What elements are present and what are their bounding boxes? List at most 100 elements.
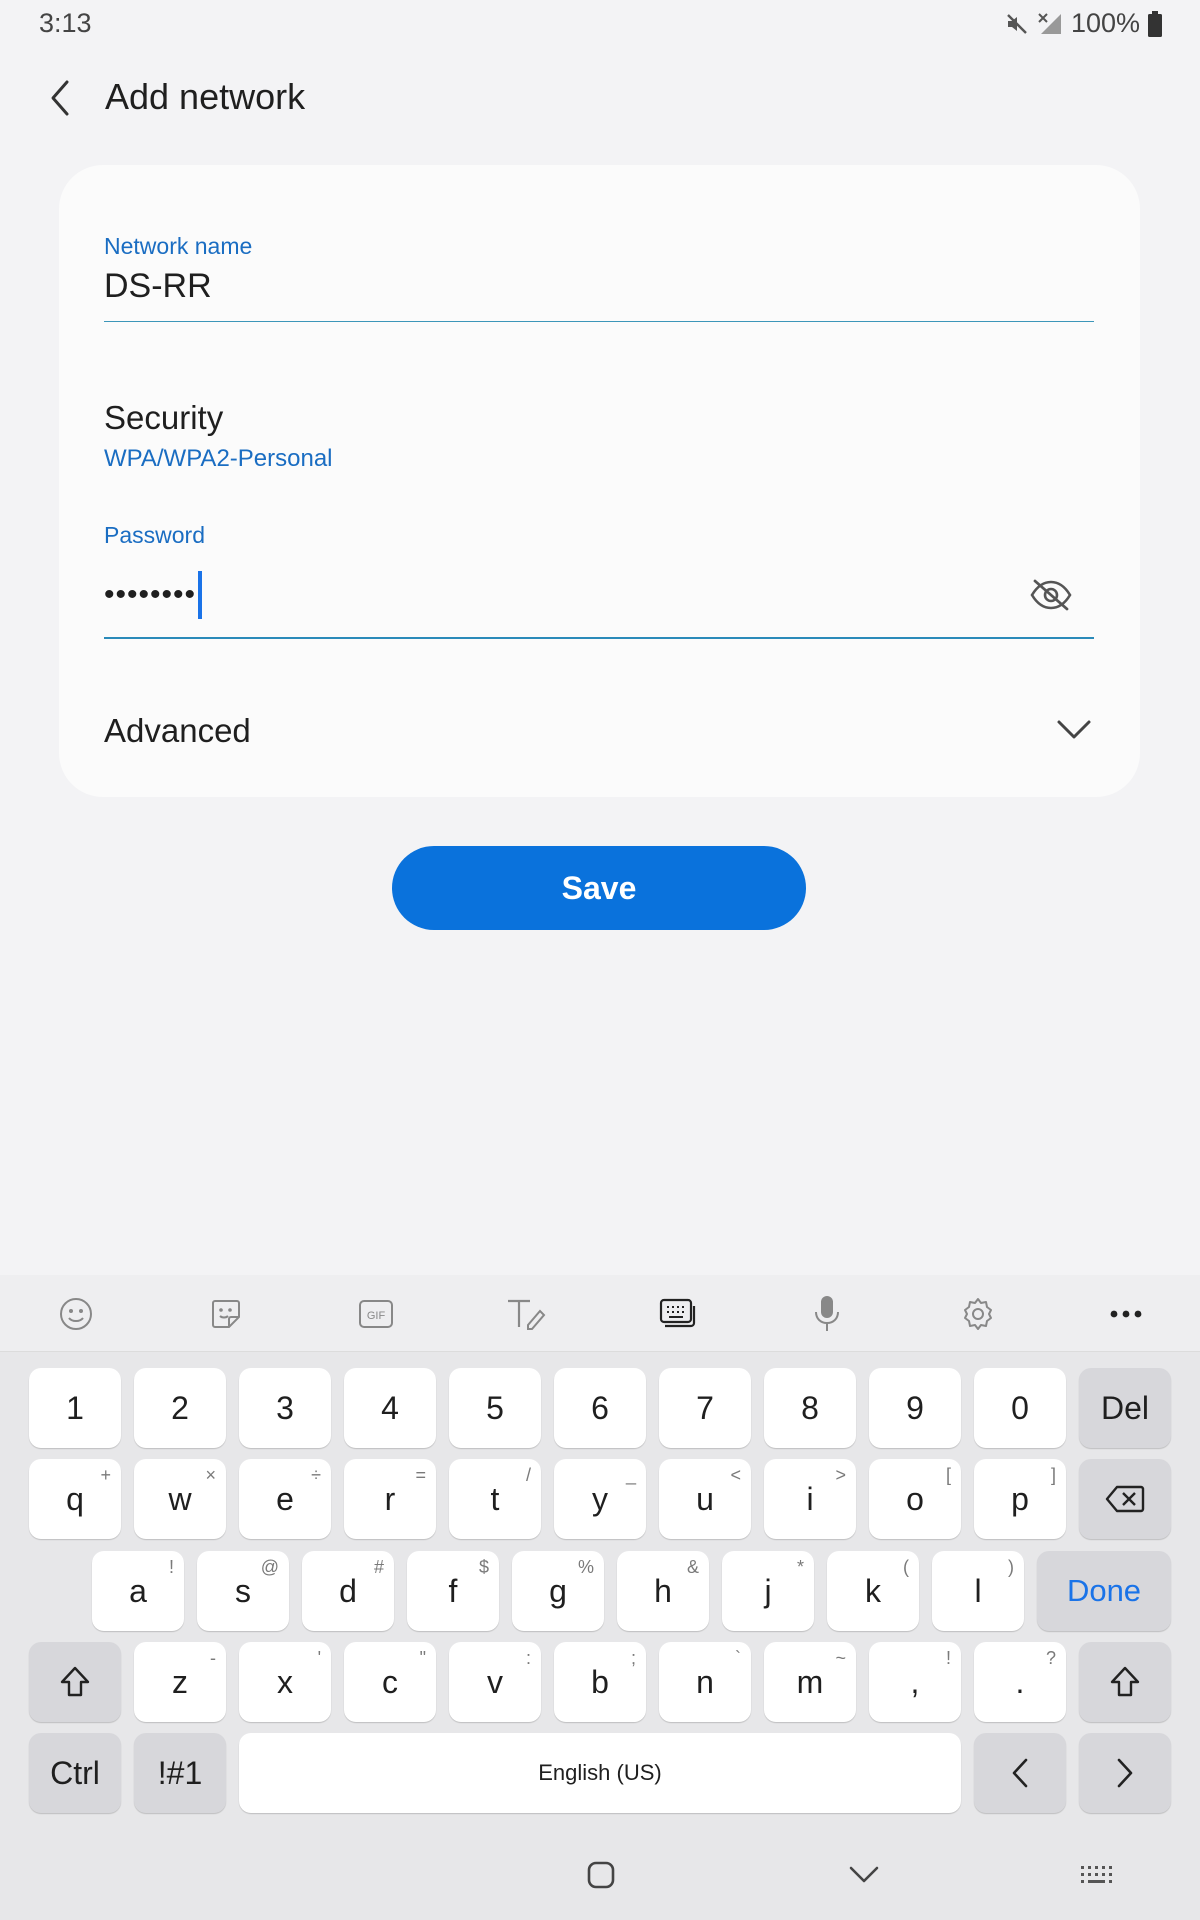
- done-key[interactable]: Done: [1037, 1551, 1171, 1631]
- key-label: n: [696, 1663, 714, 1700]
- delete-key[interactable]: Del: [1079, 1368, 1171, 1448]
- key-b[interactable]: b;: [554, 1642, 646, 1722]
- key-label: o: [906, 1480, 924, 1517]
- cursor-right-key[interactable]: [1079, 1733, 1171, 1813]
- key-j[interactable]: j *: [722, 1551, 814, 1631]
- sticker-icon[interactable]: [201, 1289, 251, 1339]
- key-q[interactable]: q +: [29, 1459, 121, 1539]
- key-secondary: (: [903, 1557, 909, 1577]
- hide-keyboard-button[interactable]: [834, 1848, 894, 1902]
- backspace-key[interactable]: [1079, 1459, 1171, 1539]
- key-4[interactable]: 4: [344, 1368, 436, 1448]
- symbols-key[interactable]: !#1: [134, 1733, 226, 1813]
- key-1[interactable]: 1: [29, 1368, 121, 1448]
- key-w[interactable]: w ×: [134, 1459, 226, 1539]
- key-z[interactable]: z-: [134, 1642, 226, 1722]
- keyboard-mode-icon[interactable]: [653, 1289, 703, 1339]
- key-o[interactable]: o[: [869, 1459, 961, 1539]
- key-secondary: ~: [835, 1648, 846, 1668]
- network-name-input[interactable]: DS-RR: [104, 267, 212, 306]
- microphone-icon[interactable]: [802, 1289, 852, 1339]
- key-6[interactable]: 6: [554, 1368, 646, 1448]
- eye-off-icon: [1030, 579, 1072, 611]
- key-secondary: ]: [1050, 1465, 1056, 1485]
- cursor-left-key[interactable]: [974, 1733, 1066, 1813]
- password-input[interactable]: ••••••••: [104, 571, 203, 619]
- key-secondary: [: [945, 1465, 951, 1485]
- mute-icon: [1005, 12, 1029, 36]
- key-v[interactable]: v:: [449, 1642, 541, 1722]
- key-p[interactable]: p]: [974, 1459, 1066, 1539]
- key-8[interactable]: 8: [764, 1368, 856, 1448]
- key-label: k: [865, 1572, 881, 1609]
- key-comma[interactable]: ,!: [869, 1642, 961, 1722]
- back-button[interactable]: [30, 68, 90, 128]
- emoji-icon[interactable]: [51, 1289, 101, 1339]
- key-9[interactable]: 9: [869, 1368, 961, 1448]
- key-0[interactable]: 0: [974, 1368, 1066, 1448]
- key-r[interactable]: r =: [344, 1459, 436, 1539]
- svg-text:GIF: GIF: [367, 1310, 386, 1322]
- settings-gear-icon[interactable]: [953, 1289, 1003, 1339]
- key-e[interactable]: e ÷: [239, 1459, 331, 1539]
- app-header: Add network: [0, 60, 1200, 140]
- key-y[interactable]: y _: [554, 1459, 646, 1539]
- page-title: Add network: [105, 76, 306, 117]
- key-secondary: _: [625, 1465, 636, 1485]
- key-secondary: =: [415, 1465, 426, 1485]
- more-options-icon[interactable]: [1101, 1289, 1151, 1339]
- key-secondary: -: [210, 1648, 216, 1668]
- password-value: ••••••••: [104, 578, 197, 611]
- key-u[interactable]: u <: [659, 1459, 751, 1539]
- key-f[interactable]: f $: [407, 1551, 499, 1631]
- key-label: x: [277, 1663, 293, 1700]
- key-label: v: [487, 1663, 503, 1700]
- password-label: Password: [104, 522, 205, 548]
- key-3[interactable]: 3: [239, 1368, 331, 1448]
- key-d[interactable]: d #: [302, 1551, 394, 1631]
- key-secondary: !: [945, 1648, 951, 1668]
- status-bar: 3:13 100%: [0, 0, 1200, 50]
- key-label: w: [168, 1480, 192, 1517]
- key-m[interactable]: m ~: [764, 1642, 856, 1722]
- key-5[interactable]: 5: [449, 1368, 541, 1448]
- space-bar[interactable]: English (US): [239, 1733, 961, 1813]
- keyboard-switch-button[interactable]: [1068, 1848, 1128, 1902]
- key-secondary: :: [525, 1648, 531, 1668]
- show-password-button[interactable]: [1026, 570, 1076, 620]
- key-s[interactable]: s @: [197, 1551, 289, 1631]
- key-l[interactable]: l): [932, 1551, 1024, 1631]
- key-label: s: [235, 1572, 251, 1609]
- key-a[interactable]: a!: [92, 1551, 184, 1631]
- key-h[interactable]: h &: [617, 1551, 709, 1631]
- handwriting-icon[interactable]: [501, 1289, 551, 1339]
- key-i[interactable]: i >: [764, 1459, 856, 1539]
- save-button[interactable]: Save: [392, 846, 806, 930]
- key-period[interactable]: .?: [974, 1642, 1066, 1722]
- advanced-toggle[interactable]: Advanced: [59, 700, 1140, 790]
- key-k[interactable]: k(: [827, 1551, 919, 1631]
- key-label: h: [654, 1572, 672, 1609]
- key-g[interactable]: g%: [512, 1551, 604, 1631]
- key-c[interactable]: c ": [344, 1642, 436, 1722]
- key-x[interactable]: x ': [239, 1642, 331, 1722]
- shift-key-right[interactable]: [1079, 1642, 1171, 1722]
- key-secondary: ): [1008, 1557, 1014, 1577]
- key-secondary: &: [686, 1557, 699, 1577]
- key-2[interactable]: 2: [134, 1368, 226, 1448]
- shift-key-left[interactable]: [29, 1642, 121, 1722]
- ctrl-key[interactable]: Ctrl: [29, 1733, 121, 1813]
- key-label: a: [129, 1572, 147, 1609]
- key-label: i: [806, 1480, 814, 1517]
- key-t[interactable]: t /: [449, 1459, 541, 1539]
- navigation-bar: [0, 1830, 1200, 1920]
- key-secondary: +: [100, 1465, 111, 1485]
- gif-icon[interactable]: GIF: [351, 1289, 401, 1339]
- key-7[interactable]: 7: [659, 1368, 751, 1448]
- key-secondary: !: [168, 1557, 174, 1577]
- key-secondary: ?: [1045, 1648, 1056, 1668]
- key-secondary: <: [730, 1465, 741, 1485]
- key-n[interactable]: n `: [659, 1642, 751, 1722]
- home-button[interactable]: [571, 1848, 631, 1902]
- key-label: e: [276, 1480, 294, 1517]
